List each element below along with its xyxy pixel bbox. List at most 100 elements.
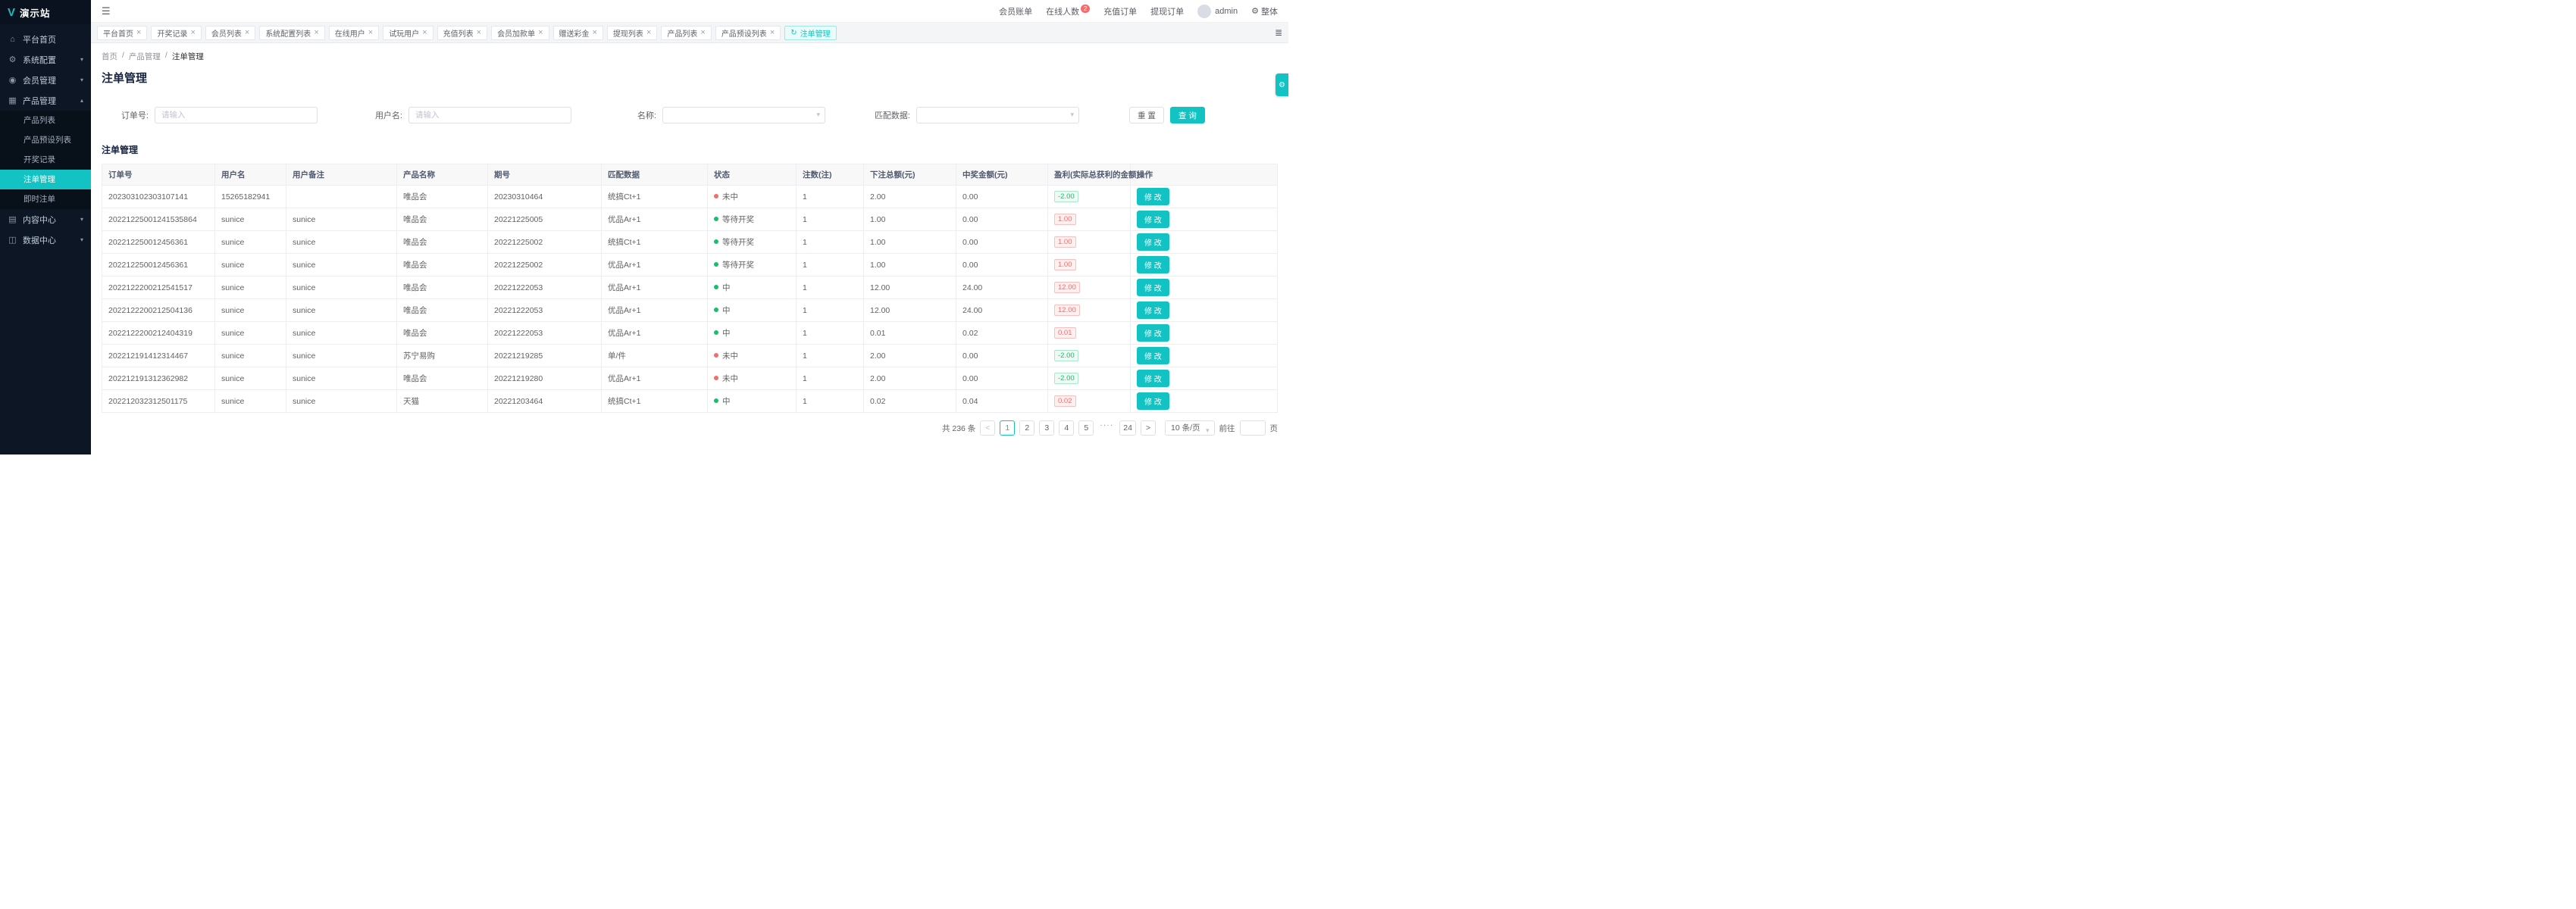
- page-title: 注单管理: [102, 70, 1278, 86]
- sidebar-subitem-draw-records[interactable]: 开奖记录: [0, 150, 91, 170]
- sidebar-item-label: 系统配置: [23, 54, 56, 66]
- chevron-down-icon: ▾: [1206, 423, 1210, 437]
- theme-toggle[interactable]: ⚙ 整体: [1251, 5, 1278, 17]
- tab-recharge-list[interactable]: 充值列表×: [437, 26, 487, 40]
- header-link-online-count[interactable]: 在线人数2: [1046, 5, 1090, 17]
- column-header-11: 盈利(实际总获利的金额): [1048, 164, 1131, 186]
- edit-button[interactable]: 修 改: [1137, 279, 1169, 296]
- sidebar-subitem-realtime-bet-orders[interactable]: 即时注单: [0, 189, 91, 209]
- edit-button[interactable]: 修 改: [1137, 301, 1169, 319]
- cell-status: 中: [708, 390, 797, 413]
- sidebar-item-platform-home[interactable]: ⌂平台首页: [0, 29, 91, 49]
- page-button-24[interactable]: 24: [1119, 420, 1136, 436]
- tab-withdraw-list[interactable]: 提现列表×: [607, 26, 657, 40]
- close-icon[interactable]: ×: [190, 28, 195, 37]
- header-link-member-bills[interactable]: 会员账单: [999, 5, 1032, 17]
- sidebar-subitem-product-preset-list[interactable]: 产品预设列表: [0, 130, 91, 150]
- status-dot: [714, 239, 718, 244]
- page-button-3[interactable]: 3: [1039, 420, 1054, 436]
- breadcrumb-item[interactable]: 首页: [102, 51, 117, 62]
- tab-online-users[interactable]: 在线用户×: [329, 26, 379, 40]
- close-icon[interactable]: ×: [538, 28, 543, 37]
- close-icon[interactable]: ×: [646, 28, 651, 37]
- order-no-input[interactable]: [155, 107, 318, 123]
- table-row: 202212191312362982sunicesunice唯品会2022121…: [102, 367, 1278, 390]
- tab-gift-bonus[interactable]: 赠送彩金×: [553, 26, 603, 40]
- close-icon[interactable]: ×: [477, 28, 481, 37]
- match-data-select[interactable]: ▾: [916, 107, 1079, 123]
- brand-logo-text: 演示站: [20, 5, 51, 20]
- close-icon[interactable]: ×: [593, 28, 597, 37]
- tab-trial-users[interactable]: 试玩用户×: [383, 26, 433, 40]
- name-select[interactable]: ▾: [662, 107, 825, 123]
- prev-page-button[interactable]: <: [980, 420, 995, 436]
- cell-username: sunice: [215, 390, 286, 413]
- goto-page-input[interactable]: [1240, 420, 1266, 436]
- close-icon[interactable]: ×: [136, 28, 141, 37]
- close-icon[interactable]: ×: [314, 28, 318, 37]
- sidebar-subitem-product-list[interactable]: 产品列表: [0, 111, 91, 130]
- cell-total: 0.01: [864, 322, 956, 345]
- tab-label: 平台首页: [103, 27, 133, 39]
- edit-button[interactable]: 修 改: [1137, 347, 1169, 364]
- brand-logo[interactable]: V 演示站: [0, 0, 91, 24]
- username-input[interactable]: [408, 107, 571, 123]
- edit-button[interactable]: 修 改: [1137, 324, 1169, 342]
- sidebar-collapse-icon[interactable]: ☰: [102, 5, 111, 17]
- cell-profit: -2.00: [1048, 345, 1131, 367]
- tab-draw-records[interactable]: 开奖记录×: [151, 26, 201, 40]
- header-link-withdraw-orders[interactable]: 提现订单: [1150, 5, 1184, 17]
- sidebar-subitem-bet-order-management[interactable]: 注单管理: [0, 170, 91, 189]
- tab-product-list[interactable]: 产品列表×: [661, 26, 711, 40]
- edit-button[interactable]: 修 改: [1137, 188, 1169, 205]
- cell-total: 1.00: [864, 231, 956, 254]
- breadcrumb-item[interactable]: 产品管理: [129, 51, 161, 62]
- edit-button[interactable]: 修 改: [1137, 233, 1169, 251]
- next-page-button[interactable]: >: [1141, 420, 1156, 436]
- sidebar-item-product-management[interactable]: ▦产品管理▴: [0, 90, 91, 111]
- tab-member-list[interactable]: 会员列表×: [205, 26, 255, 40]
- reset-button[interactable]: 重 置: [1129, 107, 1164, 123]
- refresh-icon[interactable]: ↻: [790, 29, 797, 37]
- cell-username: sunice: [215, 276, 286, 299]
- user-menu[interactable]: admin: [1197, 5, 1238, 18]
- page-button-4[interactable]: 4: [1059, 420, 1074, 436]
- search-button[interactable]: 查 询: [1170, 107, 1205, 123]
- page-button-5[interactable]: 5: [1078, 420, 1094, 436]
- page-size-select[interactable]: 10 条/页 ▾: [1165, 420, 1215, 436]
- edit-button[interactable]: 修 改: [1137, 370, 1169, 387]
- tab-system-config-list[interactable]: 系统配置列表×: [259, 26, 324, 40]
- profit-badge: 0.01: [1054, 327, 1076, 339]
- edit-button[interactable]: 修 改: [1137, 211, 1169, 228]
- sidebar-item-content-center[interactable]: ▤内容中心▾: [0, 209, 91, 230]
- page-button-2[interactable]: 2: [1019, 420, 1034, 436]
- sidebar-item-system-config[interactable]: ⚙系统配置▾: [0, 49, 91, 70]
- edit-button[interactable]: 修 改: [1137, 256, 1169, 273]
- close-icon[interactable]: ×: [770, 28, 775, 37]
- tab-member-credit[interactable]: 会员加款单×: [491, 26, 549, 40]
- cell-product: 唯品会: [397, 186, 488, 208]
- chevron-up-icon: ▴: [80, 97, 83, 104]
- settings-drawer-handle[interactable]: ⚙: [1275, 73, 1288, 96]
- sidebar-item-data-center[interactable]: ◫数据中心▾: [0, 230, 91, 250]
- cell-actions: 修 改: [1131, 276, 1278, 299]
- cell-bets: 1: [797, 208, 864, 231]
- cell-status: 中: [708, 299, 797, 322]
- cell-actions: 修 改: [1131, 299, 1278, 322]
- page-button-1[interactable]: 1: [1000, 420, 1015, 436]
- close-icon[interactable]: ×: [422, 28, 427, 37]
- tab-bet-order-management[interactable]: ↻注单管理: [784, 26, 836, 40]
- tab-product-preset-list[interactable]: 产品预设列表×: [715, 26, 781, 40]
- header-link-recharge-orders[interactable]: 充值订单: [1103, 5, 1137, 17]
- close-icon[interactable]: ×: [245, 28, 249, 37]
- table-row: 2022122200212541517sunicesunice唯品会202212…: [102, 276, 1278, 299]
- sidebar-item-member-management[interactable]: ◉会员管理▾: [0, 70, 91, 90]
- close-icon[interactable]: ×: [368, 28, 373, 37]
- tab-platform-home[interactable]: 平台首页×: [97, 26, 147, 40]
- cell-total: 2.00: [864, 345, 956, 367]
- close-icon[interactable]: ×: [700, 28, 705, 37]
- edit-button[interactable]: 修 改: [1137, 392, 1169, 410]
- cell-issue: 20221222053: [488, 299, 602, 322]
- tabs-menu-icon[interactable]: ≣: [1275, 27, 1282, 38]
- cell-order-no: 202212191312362982: [102, 367, 215, 390]
